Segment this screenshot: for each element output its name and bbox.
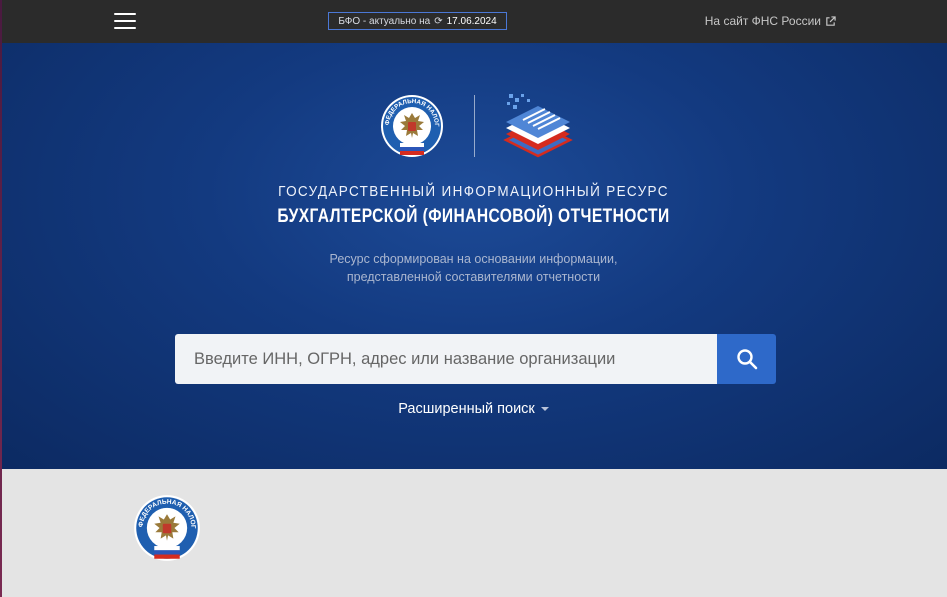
badge-prefix: БФО - актуально на (338, 15, 431, 27)
refresh-icon: ⟳ (434, 15, 443, 27)
data-actuality-badge: БФО - актуально на ⟳ 17.06.2024 (328, 12, 507, 30)
search-bar (175, 334, 776, 384)
logo-divider (474, 95, 475, 157)
resource-subtitle: Ресурс сформирован на основании информац… (0, 250, 947, 286)
fns-emblem-icon: ФЕДЕРАЛЬНАЯ НАЛОГОВАЯ СЛУЖБА (379, 93, 443, 157)
advanced-search-toggle[interactable]: Расширенный поиск (0, 401, 947, 417)
badge-date: 17.06.2024 (446, 15, 497, 27)
fns-site-link-label: На сайт ФНС России (704, 14, 821, 28)
resource-title-line1: Государственный информационный ресурс (278, 183, 669, 200)
search-button[interactable] (717, 334, 776, 384)
external-link-icon (826, 15, 836, 26)
search-icon (736, 349, 757, 370)
fns-site-link[interactable]: На сайт ФНС России (705, 14, 836, 28)
footer-fns-emblem-icon: ФЕДЕРАЛЬНАЯ НАЛОГОВАЯ СЛУЖБА (132, 492, 200, 561)
top-bar: БФО - актуально на ⟳ 17.06.2024 На сайт … (0, 0, 947, 43)
resource-title-line2: бухгалтерской (финансовой) отчетности (277, 206, 670, 227)
subtitle-line1: Ресурс сформирован на основании информац… (329, 252, 618, 266)
advanced-search-label: Расширенный поиск (398, 401, 535, 417)
chevron-down-icon (540, 407, 549, 412)
search-input[interactable] (175, 334, 717, 384)
gir-bo-logo-icon (503, 94, 573, 158)
window-edge (0, 0, 2, 597)
subtitle-line2: представленной составителями отчетности (346, 270, 601, 284)
hamburger-menu-icon[interactable] (114, 12, 136, 30)
